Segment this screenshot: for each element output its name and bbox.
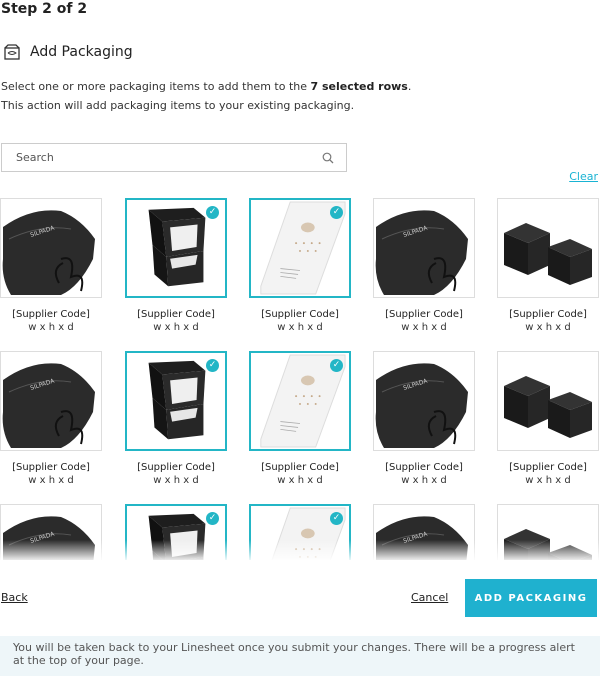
search-input[interactable] bbox=[14, 150, 298, 165]
clear-link[interactable]: Clear bbox=[569, 170, 598, 183]
supplier-code: [Supplier Code] bbox=[137, 462, 215, 473]
item-dimensions: w x h x d bbox=[153, 322, 199, 333]
item-dimensions: w x h x d bbox=[277, 475, 323, 486]
search-icon[interactable] bbox=[322, 152, 334, 164]
packaging-thumbnail[interactable]: SILPADA bbox=[0, 351, 102, 451]
selected-check-icon: ✓ bbox=[330, 359, 343, 372]
packaging-item-card[interactable]: ✓ [Supplier Code] w x h x d bbox=[125, 351, 227, 486]
scroll-fade bbox=[0, 540, 600, 562]
packaging-thumbnail[interactable] bbox=[497, 198, 599, 298]
selected-check-icon: ✓ bbox=[206, 512, 219, 525]
add-packaging-button[interactable]: ADD PACKAGING bbox=[465, 579, 597, 617]
info-notice: You will be taken back to your Linesheet… bbox=[0, 636, 600, 676]
packaging-item-card[interactable]: SILPADA [Supplier Code] w x h x d bbox=[0, 198, 102, 333]
selected-check-icon: ✓ bbox=[330, 512, 343, 525]
packaging-thumbnail[interactable]: SILPADA bbox=[373, 198, 475, 298]
supplier-code: [Supplier Code] bbox=[509, 309, 587, 320]
item-dimensions: w x h x d bbox=[277, 322, 323, 333]
packaging-thumbnail[interactable]: ✓ bbox=[125, 198, 227, 298]
selected-rows-count: 7 selected rows bbox=[310, 80, 408, 93]
search-box[interactable] bbox=[1, 143, 347, 172]
packaging-thumbnail[interactable]: SILPADA bbox=[0, 198, 102, 298]
packaging-thumbnail[interactable]: ✓ bbox=[249, 198, 351, 298]
packaging-grid: SILPADA [Supplier Code] w x h x d ✓ [Supplie… bbox=[0, 198, 600, 560]
item-dimensions: w x h x d bbox=[525, 322, 571, 333]
item-dimensions: w x h x d bbox=[28, 475, 74, 486]
pouch-image: SILPADA bbox=[375, 210, 468, 295]
description-line-2: This action will add packaging items to … bbox=[1, 99, 355, 112]
supplier-code: [Supplier Code] bbox=[12, 462, 90, 473]
back-link[interactable]: Back bbox=[1, 591, 28, 604]
supplier-code: [Supplier Code] bbox=[261, 462, 339, 473]
supplier-code: [Supplier Code] bbox=[137, 309, 215, 320]
packaging-item-card[interactable]: SILPADA [Supplier Code] w x h x d bbox=[373, 351, 475, 486]
supplier-code: [Supplier Code] bbox=[12, 309, 90, 320]
supplier-code: [Supplier Code] bbox=[385, 309, 463, 320]
packaging-item-card[interactable]: ✓ [Supplier Code] w x h x d bbox=[249, 351, 351, 486]
supplier-code: [Supplier Code] bbox=[385, 462, 463, 473]
packaging-item-card[interactable]: SILPADA [Supplier Code] w x h x d bbox=[0, 351, 102, 486]
item-dimensions: w x h x d bbox=[153, 475, 199, 486]
item-dimensions: w x h x d bbox=[28, 322, 74, 333]
page-title: Add Packaging bbox=[30, 44, 133, 60]
packaging-thumbnail[interactable] bbox=[497, 351, 599, 451]
selected-check-icon: ✓ bbox=[330, 206, 343, 219]
boxes-image bbox=[504, 376, 592, 438]
packaging-thumbnail[interactable]: ✓ bbox=[249, 351, 351, 451]
item-dimensions: w x h x d bbox=[401, 475, 447, 486]
packaging-item-card[interactable]: [Supplier Code] w x h x d bbox=[497, 351, 599, 486]
selected-check-icon: ✓ bbox=[206, 206, 219, 219]
cancel-link[interactable]: Cancel bbox=[411, 591, 448, 604]
item-dimensions: w x h x d bbox=[401, 322, 447, 333]
packaging-item-card[interactable]: ✓ [Supplier Code] w x h x d bbox=[125, 198, 227, 333]
item-dimensions: w x h x d bbox=[525, 475, 571, 486]
pouch-image: SILPADA bbox=[2, 363, 96, 448]
supplier-code: [Supplier Code] bbox=[509, 462, 587, 473]
pouch-image: SILPADA bbox=[375, 363, 468, 448]
step-indicator: Step 2 of 2 bbox=[1, 1, 88, 17]
selected-check-icon: ✓ bbox=[206, 359, 219, 372]
packaging-item-card[interactable]: SILPADA [Supplier Code] w x h x d bbox=[373, 198, 475, 333]
supplier-code: [Supplier Code] bbox=[261, 309, 339, 320]
packaging-thumbnail[interactable]: ✓ bbox=[125, 351, 227, 451]
description-line-1: Select one or more packaging items to ad… bbox=[1, 80, 411, 93]
description-text: Select one or more packaging items to ad… bbox=[1, 80, 311, 93]
packaging-item-card[interactable]: [Supplier Code] w x h x d bbox=[497, 198, 599, 333]
packaging-icon bbox=[4, 44, 20, 60]
section-heading: Add Packaging bbox=[4, 44, 133, 60]
boxes-image bbox=[504, 223, 592, 285]
description-period: . bbox=[407, 80, 412, 93]
packaging-thumbnail[interactable]: SILPADA bbox=[373, 351, 475, 451]
pouch-image: SILPADA bbox=[2, 210, 96, 295]
packaging-item-card[interactable]: ✓ [Supplier Code] w x h x d bbox=[249, 198, 351, 333]
